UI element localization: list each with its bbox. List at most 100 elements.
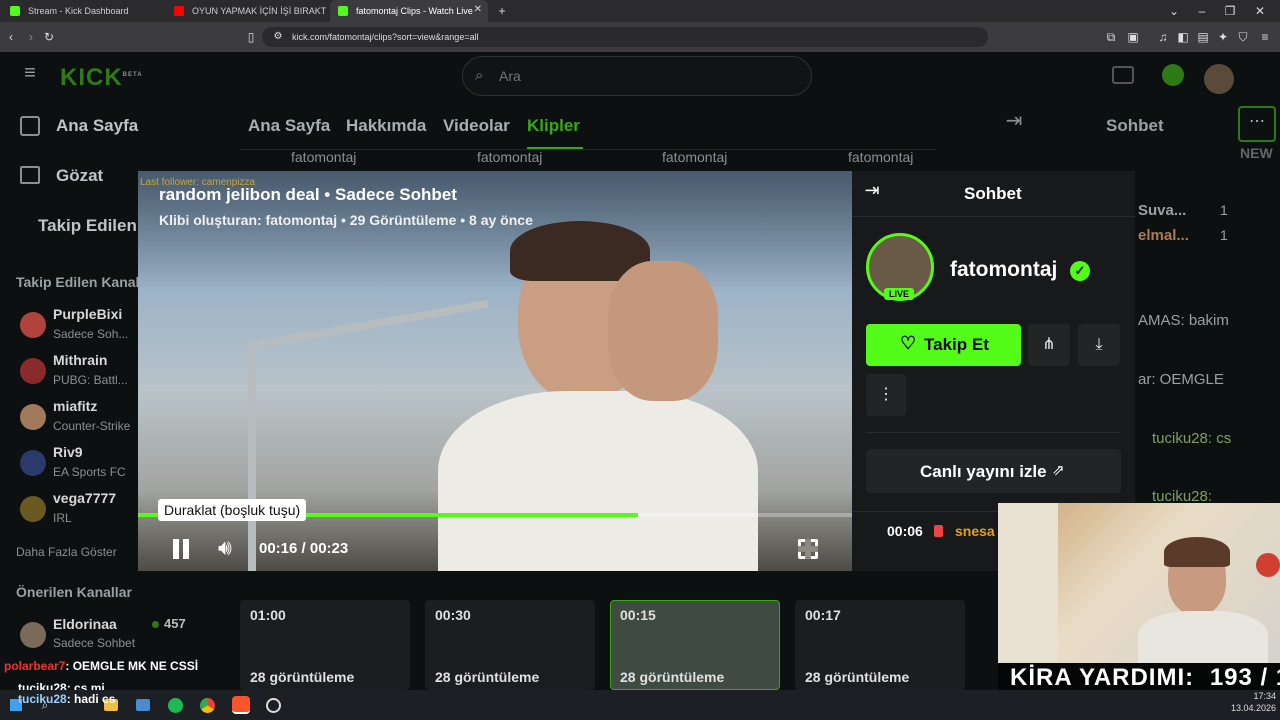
spotify-icon[interactable] bbox=[168, 698, 183, 713]
external-link-icon: ⇗ bbox=[1052, 462, 1065, 479]
channel-name[interactable]: Riv9 bbox=[53, 444, 83, 460]
collapse-chat-icon[interactable]: ⇥ bbox=[1004, 111, 1024, 131]
minimize-icon[interactable]: – bbox=[1196, 4, 1208, 18]
kick-coin-icon[interactable] bbox=[1162, 64, 1184, 86]
channel-category: PUBG: Battl... bbox=[53, 373, 128, 387]
wallet-icon[interactable]: ▣ bbox=[1126, 30, 1140, 44]
store-icon[interactable] bbox=[136, 699, 150, 711]
vpn-icon[interactable]: ⛉ bbox=[1236, 30, 1250, 44]
more-button[interactable]: ⋮ bbox=[866, 374, 906, 416]
tab-youtube-video[interactable]: OYUN YAPMAK İÇİN İŞİ BIRAKTI: ADAM... bbox=[166, 0, 326, 22]
stream-chat-text: : hadi cs bbox=[66, 692, 116, 706]
divider bbox=[852, 216, 1135, 217]
tab-fatomontaj-clips[interactable]: fatomontaj Clips - Watch Live ✕ bbox=[330, 0, 488, 22]
chat-username[interactable]: snesa bbox=[955, 523, 995, 539]
site-settings-icon[interactable]: ⚙ bbox=[272, 30, 284, 44]
new-badge: NEW bbox=[1240, 145, 1273, 161]
logo-text: KICK bbox=[60, 64, 123, 91]
bookmark-icon[interactable]: ▯ bbox=[244, 30, 258, 44]
hamburger-icon[interactable]: ≡ bbox=[20, 63, 40, 83]
brave-taskbar-icon[interactable] bbox=[232, 696, 250, 714]
channel-category: Sadece Sohbet bbox=[53, 636, 136, 650]
tab-label: OYUN YAPMAK İÇİN İŞİ BIRAKTI: ADAM... bbox=[192, 6, 326, 16]
fullscreen-icon[interactable] bbox=[798, 539, 818, 559]
show-more-link[interactable]: Daha Fazla Göster bbox=[16, 545, 117, 559]
nav-home[interactable]: Ana Sayfa bbox=[56, 116, 138, 136]
rent-value: 193 / 195 bbox=[1209, 664, 1280, 691]
wall-target-decoration bbox=[1256, 553, 1280, 577]
pause-button[interactable] bbox=[172, 539, 190, 559]
home-icon bbox=[20, 116, 40, 136]
channel-name[interactable]: PurpleBixi bbox=[53, 306, 122, 322]
logo-beta-badge: BETA bbox=[122, 72, 143, 78]
tab-home[interactable]: Ana Sayfa bbox=[248, 116, 330, 136]
watch-live-button[interactable]: Canlı yayını izle ⇗ bbox=[866, 449, 1121, 493]
address-bar[interactable]: ⚙ kick.com/fatomontaj/clips?sort=view&ra… bbox=[262, 27, 988, 47]
search-placeholder: Ara bbox=[499, 68, 521, 84]
obs-icon[interactable] bbox=[266, 698, 281, 713]
stream-chat-line: polarbear7: OEMGLE MK NE CSSİ bbox=[4, 659, 198, 673]
tab-list-chevron-icon[interactable]: ⌄ bbox=[1168, 4, 1180, 18]
download-button[interactable]: ⤓ bbox=[1078, 324, 1120, 366]
clip-views: 28 görüntüleme bbox=[620, 669, 725, 685]
forward-icon[interactable]: › bbox=[24, 30, 38, 44]
clip-meta: Klibi oluşturan: fatomontaj • 29 Görüntü… bbox=[159, 212, 533, 228]
channel-category: Sadece Soh... bbox=[53, 327, 129, 341]
clip-channel-name[interactable]: fatomontaj bbox=[662, 149, 727, 165]
panel-title: Sohbet bbox=[964, 184, 1022, 203]
clip-channel-name[interactable]: fatomontaj bbox=[291, 149, 356, 165]
streamer-name[interactable]: fatomontaj bbox=[950, 258, 1057, 282]
channel-name[interactable]: miafitz bbox=[53, 398, 97, 414]
tab-about[interactable]: Hakkımda bbox=[346, 116, 426, 136]
avatar bbox=[20, 496, 46, 522]
collapse-panel-icon[interactable]: ⇥ bbox=[862, 181, 882, 199]
chrome-icon[interactable] bbox=[200, 698, 215, 713]
back-icon[interactable]: ‹ bbox=[4, 30, 18, 44]
wallet-alt-icon[interactable]: ▤ bbox=[1196, 30, 1210, 44]
tab-videos[interactable]: Videolar bbox=[443, 116, 510, 136]
clip-channel-name[interactable]: fatomontaj bbox=[477, 149, 542, 165]
clip-views: 28 görüntüleme bbox=[805, 669, 910, 685]
webcam-person-hair bbox=[1164, 537, 1230, 567]
channel-name[interactable]: vega7777 bbox=[53, 490, 116, 506]
ai-assistant-icon[interactable]: ✦ bbox=[1216, 30, 1230, 44]
divider bbox=[866, 432, 1121, 433]
clip-video-player[interactable]: Last follower: camenpizza random jelibon… bbox=[138, 171, 852, 571]
mok-icon[interactable] bbox=[1112, 66, 1134, 84]
chat-title: Sohbet bbox=[1106, 116, 1164, 135]
tab-clips[interactable]: Klipler bbox=[527, 116, 580, 136]
channel-name[interactable]: Mithrain bbox=[53, 352, 107, 368]
menu-icon[interactable]: ≡ bbox=[1258, 30, 1272, 44]
browse-icon bbox=[20, 166, 40, 184]
avatar bbox=[20, 622, 46, 648]
chat-message: AMAS: bakim bbox=[1138, 312, 1229, 329]
tab-label: Stream - Kick Dashboard bbox=[28, 6, 129, 16]
nav-following[interactable]: Takip Edilen bbox=[38, 216, 137, 236]
new-tab-icon[interactable]: + bbox=[496, 4, 508, 18]
volume-icon[interactable]: 🔊︎ bbox=[218, 535, 232, 561]
channel-category: IRL bbox=[53, 511, 72, 525]
viewer-count: 457 bbox=[164, 616, 186, 631]
user-avatar[interactable] bbox=[1204, 64, 1234, 94]
share-button[interactable]: ⋔ bbox=[1028, 324, 1070, 366]
reload-icon[interactable]: ↻ bbox=[42, 30, 56, 44]
search-input[interactable]: ⌕ Ara bbox=[462, 56, 812, 96]
url-text: kick.com/fatomontaj/clips?sort=view&rang… bbox=[292, 32, 479, 42]
leaderboard-user: Suva... bbox=[1138, 202, 1187, 219]
sidebar-toggle-icon[interactable]: ◧ bbox=[1176, 30, 1190, 44]
close-tab-icon[interactable]: ✕ bbox=[474, 4, 482, 15]
pause-icon-bar bbox=[183, 539, 189, 559]
avatar bbox=[20, 358, 46, 384]
tab-kick-dashboard[interactable]: Stream - Kick Dashboard bbox=[2, 0, 162, 22]
restore-icon[interactable]: ❐ bbox=[1224, 4, 1236, 18]
media-icon[interactable]: ♫ bbox=[1156, 30, 1170, 44]
webcam-door bbox=[998, 503, 1058, 663]
clip-channel-name[interactable]: fatomontaj bbox=[848, 149, 913, 165]
more-options-button[interactable]: ⋯ bbox=[1238, 106, 1276, 142]
follow-button[interactable]: ♡ Takip Et bbox=[866, 324, 1021, 366]
close-window-icon[interactable]: ✕ bbox=[1254, 4, 1266, 18]
kick-logo[interactable]: KICKBETA bbox=[60, 64, 143, 92]
extensions-icon[interactable]: ⧉ bbox=[1104, 30, 1118, 44]
nav-browse[interactable]: Gözat bbox=[56, 166, 103, 186]
channel-name[interactable]: Eldorinaa bbox=[53, 616, 117, 632]
